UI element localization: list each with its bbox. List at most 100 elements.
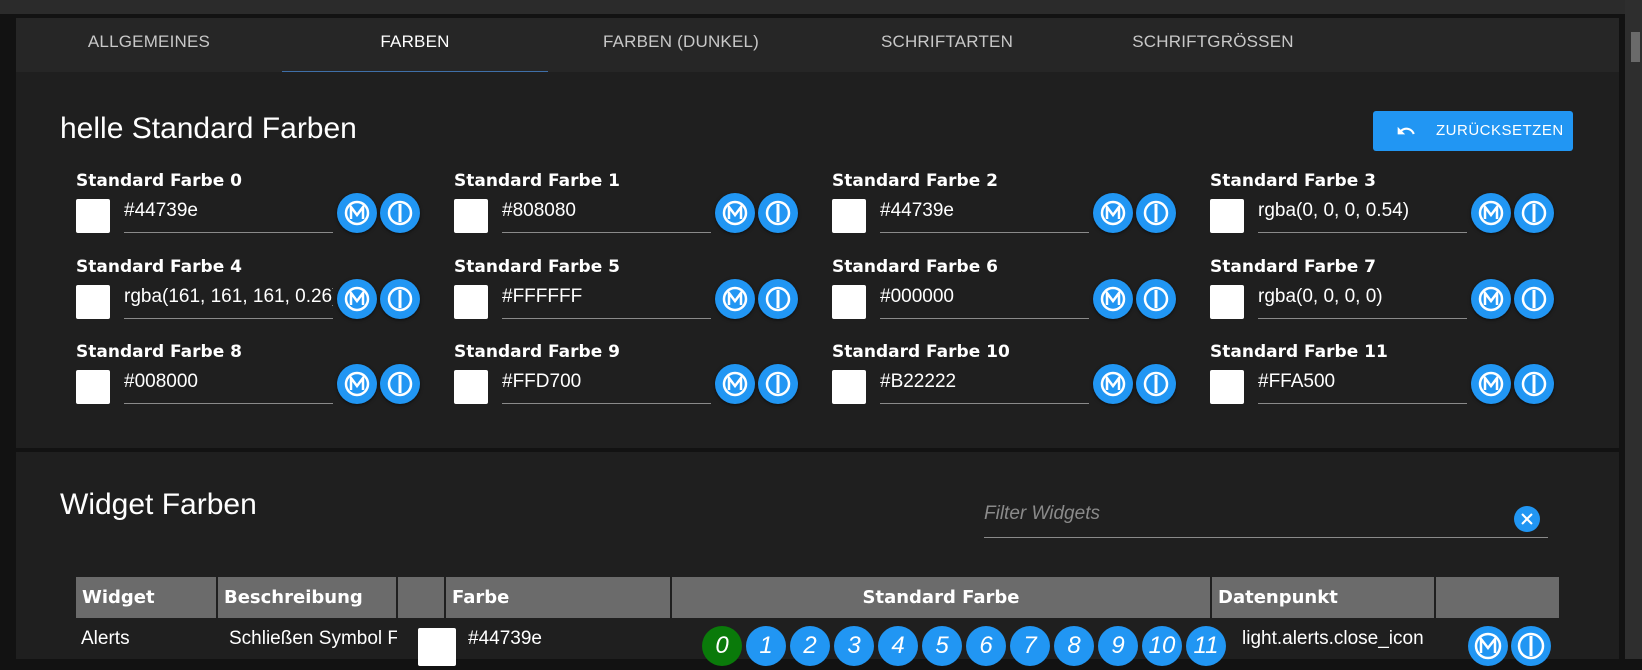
color-value-field <box>124 364 333 404</box>
color-value-input[interactable] <box>1258 279 1467 315</box>
material-color-button[interactable] <box>337 279 377 319</box>
material-color-button[interactable] <box>1471 364 1511 404</box>
color-value-input[interactable] <box>124 279 333 315</box>
widget-color-value[interactable]: #44739e <box>468 628 668 650</box>
standard-color-label: Standard Farbe 10 <box>832 342 1010 362</box>
color-value-field <box>880 193 1089 233</box>
color-swatch[interactable] <box>1210 199 1244 233</box>
color-swatch[interactable] <box>1210 370 1244 404</box>
section-title-standard-colors: helle Standard Farben <box>60 112 357 145</box>
color-swatch[interactable] <box>418 628 456 666</box>
color-value-input[interactable] <box>124 364 333 400</box>
tab-allgemeines[interactable]: ALLGEMEINES <box>16 18 282 72</box>
vertical-scrollbar[interactable] <box>1625 0 1642 659</box>
tab-schriftgroessen[interactable]: SCHRIFTGRÖSSEN <box>1080 18 1346 72</box>
color-swatch[interactable] <box>454 199 488 233</box>
color-swatch[interactable] <box>76 285 110 319</box>
color-swatch[interactable] <box>832 370 866 404</box>
standard-color-label: Standard Farbe 9 <box>454 342 620 362</box>
reset-button[interactable]: ZURÜCKSETZEN <box>1373 111 1573 151</box>
color-swatch[interactable] <box>1210 285 1244 319</box>
info-color-button[interactable] <box>380 193 420 233</box>
material-m-icon <box>1100 371 1126 397</box>
standard-color-option-11[interactable]: 11 <box>1186 626 1226 666</box>
color-value-input[interactable] <box>880 279 1089 315</box>
color-swatch[interactable] <box>832 199 866 233</box>
color-value-input[interactable] <box>880 364 1089 400</box>
info-color-button[interactable] <box>380 364 420 404</box>
color-value-input[interactable] <box>502 193 711 229</box>
info-color-button[interactable] <box>380 279 420 319</box>
info-color-button[interactable] <box>1511 626 1551 666</box>
reset-button-label: ZURÜCKSETZEN <box>1436 122 1564 139</box>
filter-widgets-input[interactable] <box>984 496 1504 532</box>
color-value-input[interactable] <box>1258 364 1467 400</box>
material-color-button[interactable] <box>1471 279 1511 319</box>
widget-table-header: Widget Beschreibung Farbe Standard Farbe… <box>76 577 1559 618</box>
color-value-input[interactable] <box>124 193 333 229</box>
tab-farben-dunkel[interactable]: FARBEN (DUNKEL) <box>548 18 814 72</box>
standard-color-option-2[interactable]: 2 <box>790 626 830 666</box>
settings-tab-bar: ALLGEMEINES FARBEN FARBEN (DUNKEL) SCHRI… <box>16 18 1619 73</box>
standard-color-option-6[interactable]: 6 <box>966 626 1006 666</box>
material-m-icon <box>1478 286 1504 312</box>
material-color-button[interactable] <box>1093 193 1133 233</box>
standard-color-option-5[interactable]: 5 <box>922 626 962 666</box>
color-swatch[interactable] <box>454 285 488 319</box>
standard-color-item-9: Standard Farbe 9 <box>454 342 814 422</box>
color-swatch[interactable] <box>454 370 488 404</box>
info-color-button[interactable] <box>758 279 798 319</box>
color-value-field <box>1258 193 1467 233</box>
scrollbar-thumb[interactable] <box>1631 32 1640 62</box>
info-color-button[interactable] <box>1136 364 1176 404</box>
color-value-field <box>502 279 711 319</box>
column-header-widget: Widget <box>76 577 218 618</box>
info-i-icon <box>1521 371 1547 397</box>
color-swatch[interactable] <box>76 370 110 404</box>
standard-color-option-0[interactable]: 0 <box>702 626 742 666</box>
column-header-farbe: Farbe <box>446 577 672 618</box>
material-color-button[interactable] <box>1468 626 1508 666</box>
standard-color-option-9[interactable]: 9 <box>1098 626 1138 666</box>
standard-color-item-5: Standard Farbe 5 <box>454 257 814 337</box>
color-swatch[interactable] <box>76 199 110 233</box>
tab-schriftarten[interactable]: SCHRIFTARTEN <box>814 18 1080 72</box>
info-color-button[interactable] <box>1514 279 1554 319</box>
material-color-button[interactable] <box>715 193 755 233</box>
clear-filter-button[interactable] <box>1514 506 1540 532</box>
tab-farben[interactable]: FARBEN <box>282 18 548 73</box>
standard-color-option-1[interactable]: 1 <box>746 626 786 666</box>
color-value-field <box>124 193 333 233</box>
color-value-input[interactable] <box>880 193 1089 229</box>
color-value-input[interactable] <box>1258 193 1467 229</box>
info-color-button[interactable] <box>1514 193 1554 233</box>
material-color-button[interactable] <box>1093 364 1133 404</box>
info-i-icon <box>1143 200 1169 226</box>
info-color-button[interactable] <box>758 193 798 233</box>
info-color-button[interactable] <box>1136 279 1176 319</box>
standard-color-option-8[interactable]: 8 <box>1054 626 1094 666</box>
material-color-button[interactable] <box>1471 193 1511 233</box>
standard-color-label: Standard Farbe 1 <box>454 171 620 191</box>
color-value-field <box>880 364 1089 404</box>
material-color-button[interactable] <box>337 193 377 233</box>
material-color-button[interactable] <box>337 364 377 404</box>
info-color-button[interactable] <box>1514 364 1554 404</box>
color-value-field <box>502 364 711 404</box>
color-value-input[interactable] <box>502 279 711 315</box>
standard-color-item-4: Standard Farbe 4 <box>76 257 436 337</box>
material-color-button[interactable] <box>1093 279 1133 319</box>
standard-color-option-4[interactable]: 4 <box>878 626 918 666</box>
material-color-button[interactable] <box>715 364 755 404</box>
material-m-icon <box>722 371 748 397</box>
section-title-widget-colors: Widget Farben <box>60 488 257 521</box>
standard-color-option-10[interactable]: 10 <box>1142 626 1182 666</box>
standard-color-option-7[interactable]: 7 <box>1010 626 1050 666</box>
color-value-input[interactable] <box>502 364 711 400</box>
column-header-datenpunkt: Datenpunkt <box>1212 577 1436 618</box>
color-swatch[interactable] <box>832 285 866 319</box>
info-color-button[interactable] <box>1136 193 1176 233</box>
material-color-button[interactable] <box>715 279 755 319</box>
standard-color-option-3[interactable]: 3 <box>834 626 874 666</box>
info-color-button[interactable] <box>758 364 798 404</box>
